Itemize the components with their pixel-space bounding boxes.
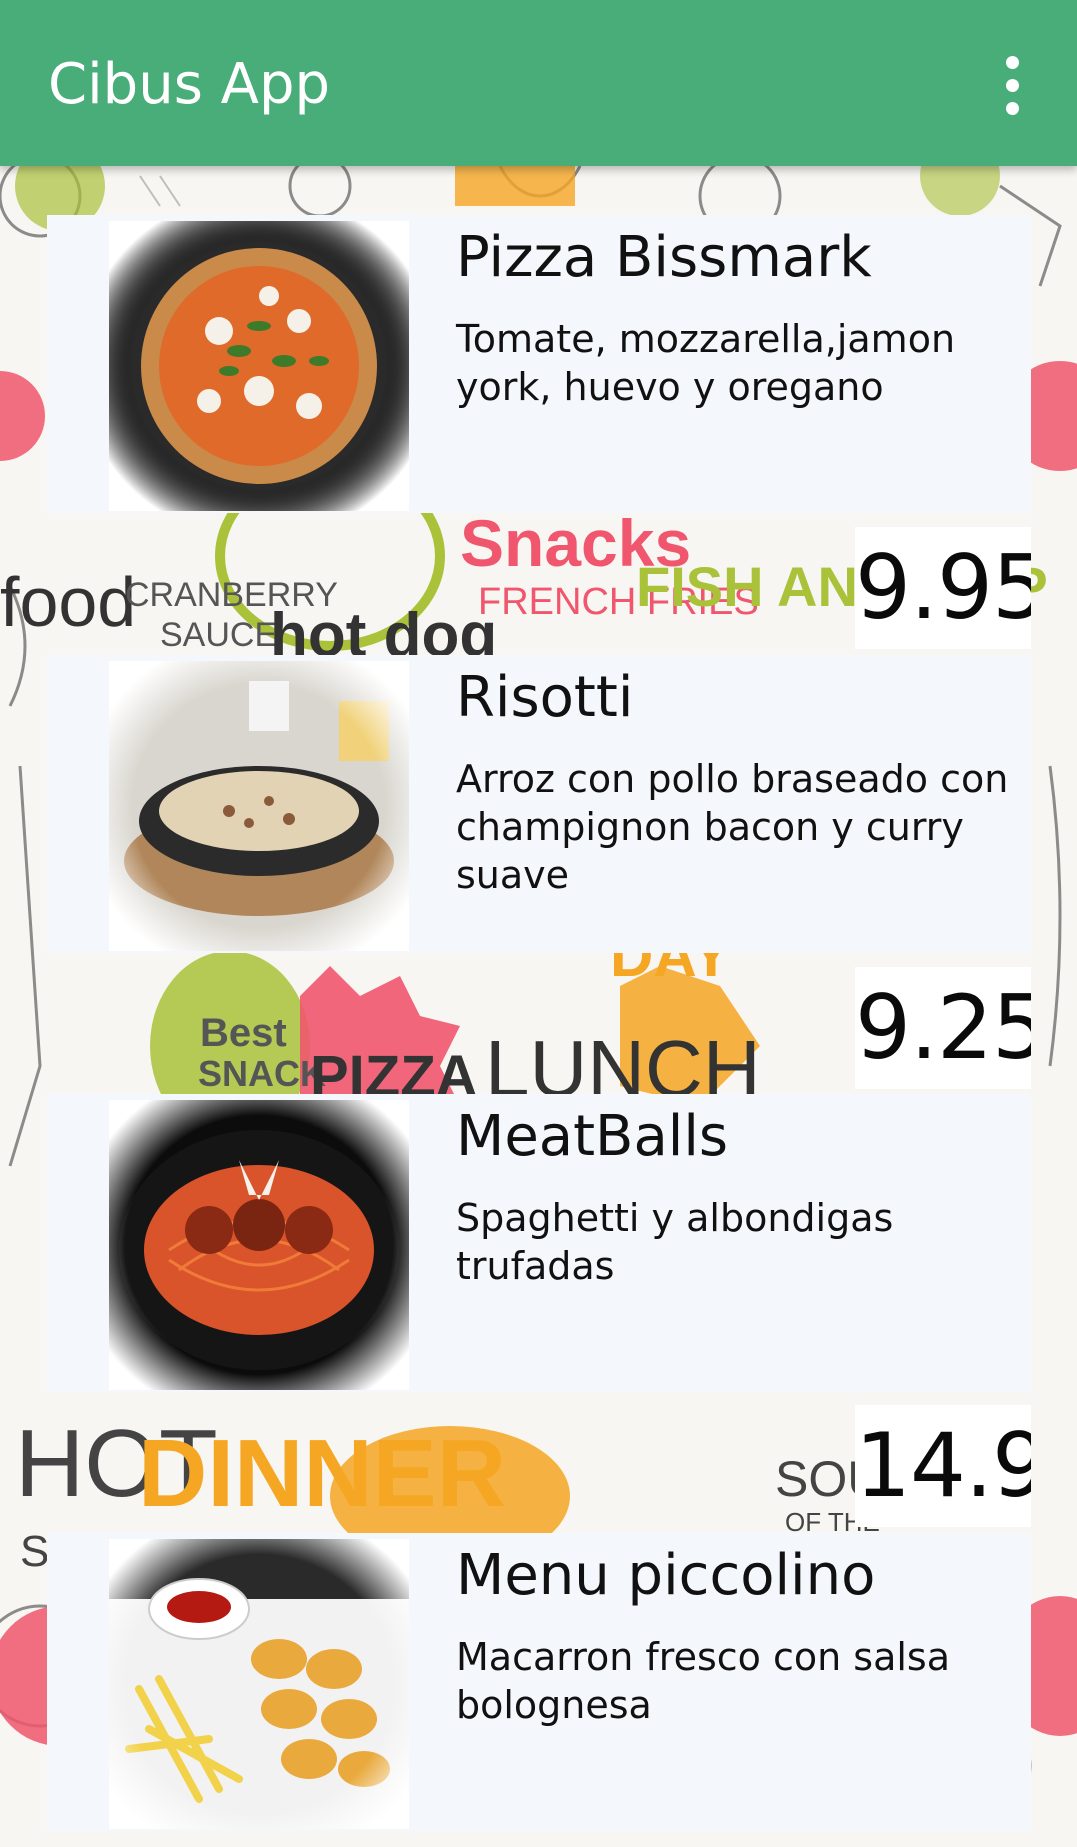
menu-item-card[interactable]: Risotti Arroz con pollo braseado con cha… <box>47 655 1031 953</box>
item-name: Pizza Bissmark <box>456 225 872 290</box>
menu-item-card[interactable]: Menu piccolino Macarron fresco con salsa… <box>47 1533 1031 1831</box>
item-description: Spaghetti y albondigas trufadas <box>456 1196 894 1288</box>
item-description: Tomate, mozzarella,jamon york, huevo y o… <box>456 317 956 409</box>
svg-text:SNACK: SNACK <box>198 1053 326 1094</box>
svg-text:food: food <box>0 563 136 641</box>
item-price: 9.25 <box>855 967 1031 1089</box>
item-price: 9.95 <box>855 527 1031 649</box>
menu-dot <box>1005 101 1019 115</box>
menu-item-card[interactable]: MeatBalls Spaghetti y albondigas trufada… <box>47 1094 1031 1392</box>
app-title: Cibus App <box>48 52 331 117</box>
item-price: 14.9 <box>855 1405 1031 1527</box>
spaghetti-meatballs-image <box>109 1100 409 1390</box>
svg-text:Best: Best <box>200 1011 287 1055</box>
svg-text:SAUCE: SAUCE <box>160 616 277 654</box>
nuggets-fries-image <box>109 1539 409 1829</box>
item-name: Risotti <box>456 665 634 730</box>
more-vert-icon[interactable] <box>990 50 1034 120</box>
svg-text:DINNER: DINNER <box>138 1420 506 1527</box>
app-bar: Cibus App <box>0 0 1077 166</box>
menu-item-card[interactable]: Pizza Bissmark Tomate, mozzarella,jamon … <box>47 215 1031 513</box>
item-description: Macarron fresco con salsa bolognesa <box>456 1635 950 1727</box>
menu-dot <box>1005 78 1019 92</box>
pizza-image <box>109 221 409 511</box>
menu-dot <box>1005 55 1019 69</box>
item-name: MeatBalls <box>456 1104 729 1169</box>
risotto-image <box>109 661 409 951</box>
item-description: Arroz con pollo braseado con champignon … <box>456 757 1009 897</box>
item-name: Menu piccolino <box>456 1543 876 1608</box>
